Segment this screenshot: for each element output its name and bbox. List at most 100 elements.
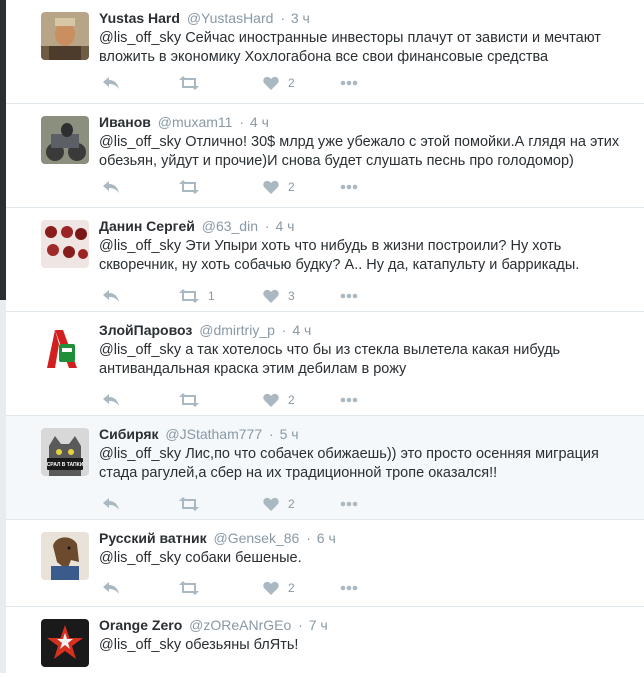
fullname[interactable]: Данин Сергей: [99, 218, 195, 234]
more-button[interactable]: [340, 390, 358, 410]
timestamp[interactable]: 4 ч: [250, 114, 269, 130]
username[interactable]: @63_din: [202, 218, 258, 234]
tweet-text: @lis_off_sky а так хотелось что бы из ст…: [99, 341, 624, 379]
retweet-button[interactable]: [179, 494, 208, 514]
separator-dot: ·: [306, 530, 311, 546]
reply-button[interactable]: [102, 390, 120, 410]
tweet-header: ЗлойПаровоз @dmirtriy_p · 4 ч: [99, 321, 624, 340]
more-icon: [340, 585, 358, 591]
tweet-header: Yustas Hard @YustasHard · 3 ч: [99, 9, 624, 28]
heart-icon: [263, 393, 279, 407]
like-count: 2: [288, 497, 295, 511]
retweet-icon: [179, 497, 199, 511]
reply-icon: [103, 394, 119, 406]
retweet-button[interactable]: [179, 390, 208, 410]
like-count: 2: [288, 76, 295, 90]
mention-link[interactable]: @lis_off_sky: [99, 446, 181, 462]
retweet-button[interactable]: [179, 578, 208, 598]
reply-button[interactable]: [102, 494, 120, 514]
tweet[interactable]: Orange Zero @zOReANrGEo · 7 ч @lis_off_s…: [6, 607, 644, 677]
reply-button[interactable]: [102, 578, 120, 598]
tweet-text: @lis_off_sky Лис,по что собачек обижаешь…: [99, 445, 624, 483]
more-button[interactable]: [340, 286, 358, 306]
avatar[interactable]: [41, 532, 89, 580]
mention-link[interactable]: @lis_off_sky: [99, 134, 181, 150]
retweet-button[interactable]: 1: [179, 286, 215, 306]
timestamp[interactable]: 3 ч: [291, 10, 310, 26]
tweet-text: @lis_off_sky Сейчас иностранные инвестор…: [99, 29, 624, 67]
timestamp[interactable]: 5 ч: [280, 426, 299, 442]
tweet[interactable]: Русский ватник @Gensek_86 · 6 ч @lis_off…: [6, 520, 644, 607]
more-icon: [340, 184, 358, 190]
timestamp[interactable]: 7 ч: [309, 617, 328, 633]
like-button[interactable]: 2: [263, 578, 295, 598]
avatar[interactable]: [41, 324, 89, 372]
like-button[interactable]: 2: [263, 177, 295, 197]
tweet[interactable]: Иванов @muxam11 · 4 ч @lis_off_sky Отлич…: [6, 104, 644, 208]
username[interactable]: @muxam11: [158, 114, 233, 130]
tweet[interactable]: Yustas Hard @YustasHard · 3 ч @lis_off_s…: [6, 0, 644, 104]
fullname[interactable]: Иванов: [99, 114, 151, 130]
separator-dot: ·: [269, 426, 274, 442]
heart-icon: [263, 497, 279, 511]
more-button[interactable]: [340, 73, 358, 93]
tweet[interactable]: СРАЛ В ТАПКИ Сибиряк @JStatham777 · 5 ч …: [6, 416, 644, 520]
separator-dot: ·: [264, 218, 270, 234]
tweet-text: @lis_off_sky обезьяны блЯть!: [99, 636, 624, 655]
fullname[interactable]: Русский ватник: [99, 530, 207, 546]
mention-link[interactable]: @lis_off_sky: [99, 637, 181, 653]
fullname[interactable]: ЗлойПаровоз: [99, 322, 192, 338]
like-count: 2: [288, 393, 295, 407]
like-button[interactable]: 2: [263, 494, 295, 514]
like-button[interactable]: 2: [263, 390, 295, 410]
retweet-icon: [179, 76, 199, 90]
tweet-body: собаки бешеные.: [185, 550, 302, 566]
reply-button[interactable]: [102, 177, 120, 197]
tweet-header: Сибиряк @JStatham777 · 5 ч: [99, 425, 624, 444]
tweet-text: @lis_off_sky собаки бешеные.: [99, 549, 624, 568]
username[interactable]: @zOReANrGEo: [189, 617, 291, 633]
retweet-icon: [179, 393, 199, 407]
tweet-header: Orange Zero @zOReANrGEo · 7 ч: [99, 616, 624, 635]
tweet[interactable]: Данин Сергей @63_din · 4 ч @lis_off_sky …: [6, 208, 644, 312]
fullname[interactable]: Сибиряк: [99, 426, 159, 442]
fullname[interactable]: Yustas Hard: [99, 10, 180, 26]
avatar[interactable]: СРАЛ В ТАПКИ: [41, 428, 89, 476]
avatar[interactable]: [41, 12, 89, 60]
like-count: 2: [288, 581, 295, 595]
like-count: 2: [288, 180, 295, 194]
tweet[interactable]: ЗлойПаровоз @dmirtriy_p · 4 ч @lis_off_s…: [6, 312, 644, 416]
more-button[interactable]: [340, 177, 358, 197]
reply-button[interactable]: [102, 73, 120, 93]
mention-link[interactable]: @lis_off_sky: [99, 342, 181, 358]
like-button[interactable]: 2: [263, 73, 295, 93]
retweet-button[interactable]: [179, 73, 208, 93]
mention-link[interactable]: @lis_off_sky: [99, 550, 181, 566]
timestamp[interactable]: 6 ч: [317, 530, 336, 546]
reply-icon: [103, 290, 119, 302]
username[interactable]: @YustasHard: [187, 10, 274, 26]
fullname[interactable]: Orange Zero: [99, 617, 182, 633]
separator-dot: ·: [281, 322, 287, 338]
mention-link[interactable]: @lis_off_sky: [99, 238, 181, 254]
reply-button[interactable]: [102, 286, 120, 306]
avatar[interactable]: [41, 619, 89, 667]
avatar[interactable]: [41, 220, 89, 268]
username[interactable]: @dmirtriy_p: [199, 322, 275, 338]
more-icon: [340, 293, 358, 299]
tweet-header: Русский ватник @Gensek_86 · 6 ч: [99, 529, 624, 548]
like-button[interactable]: 3: [263, 286, 295, 306]
timestamp[interactable]: 4 ч: [292, 322, 311, 338]
separator-dot: ·: [239, 114, 244, 130]
heart-icon: [263, 289, 279, 303]
username[interactable]: @Gensek_86: [213, 530, 299, 546]
retweet-button[interactable]: [179, 177, 208, 197]
username[interactable]: @JStatham777: [165, 426, 262, 442]
avatar[interactable]: [41, 116, 89, 164]
avatar-logo-text: СРАЛ В ТАПКИ: [47, 462, 84, 468]
timestamp[interactable]: 4 ч: [275, 218, 294, 234]
retweet-count: 1: [208, 289, 215, 303]
more-button[interactable]: [340, 494, 358, 514]
mention-link[interactable]: @lis_off_sky: [99, 30, 181, 46]
more-button[interactable]: [340, 578, 358, 598]
